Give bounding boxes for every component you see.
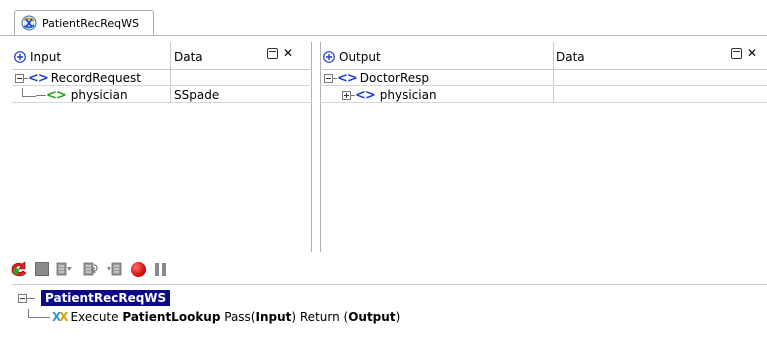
- input-column-header[interactable]: Input: [14, 50, 61, 64]
- tree-connector: [27, 297, 35, 299]
- tree-row-physician[interactable]: <> physician: [320, 87, 767, 103]
- tree-node-physician: <> physician: [342, 87, 437, 103]
- output-pane-window-buttons: ✕: [731, 47, 757, 59]
- step-into-icon[interactable]: [56, 261, 74, 277]
- tab-patientrecreqws[interactable]: PatientRecReqWS: [14, 10, 154, 36]
- log-root-label[interactable]: PatientRecReqWS: [41, 290, 171, 306]
- close-icon[interactable]: ✕: [747, 47, 757, 59]
- collapse-icon[interactable]: [18, 293, 27, 303]
- tree-row-recordrequest[interactable]: <> RecordRequest: [12, 70, 312, 86]
- column-separator: [553, 70, 554, 85]
- node-label: DoctorResp: [359, 71, 430, 85]
- input-pane: Input Data ✕ <> RecordRequest <> physici…: [12, 42, 312, 252]
- element-tag-icon: <>: [337, 70, 358, 86]
- node-label: physician: [70, 88, 128, 102]
- output-pane: Output Data ✕ <> DoctorResp <> physician: [320, 42, 767, 252]
- data-column-header[interactable]: Data: [556, 50, 585, 64]
- log-prefix: Execute: [70, 310, 123, 324]
- run-icon[interactable]: [10, 261, 28, 277]
- tree-node-doctorresp: <> DoctorResp: [324, 70, 430, 86]
- data-column-header[interactable]: Data: [174, 50, 203, 64]
- log-pass-text: Pass(: [220, 310, 256, 324]
- collapse-icon[interactable]: [324, 73, 333, 83]
- data-column-label: Data: [174, 50, 203, 64]
- tree-row-physician[interactable]: <> physician SSpade: [12, 87, 312, 103]
- column-separator: [553, 87, 554, 102]
- add-icon[interactable]: [14, 51, 26, 63]
- element-tag-icon: <>: [28, 70, 49, 86]
- minimize-icon[interactable]: [267, 47, 278, 59]
- column-separator: [170, 70, 171, 85]
- log-entry-execute[interactable]: XX Execute PatientLookup Pass( Input ) R…: [28, 308, 401, 324]
- log-return-arg: Output: [348, 310, 396, 324]
- output-pane-header: Output Data ✕: [320, 42, 767, 70]
- node-label: physician: [379, 88, 437, 102]
- output-column-label: Output: [339, 50, 381, 64]
- expand-icon[interactable]: [342, 90, 351, 100]
- node-label: RecordRequest: [50, 71, 142, 85]
- record-icon[interactable]: [131, 261, 146, 277]
- log-root-node[interactable]: PatientRecReqWS: [18, 290, 171, 306]
- execution-log: PatientRecReqWS XX Execute PatientLookup…: [12, 284, 767, 340]
- column-separator[interactable]: [553, 42, 554, 69]
- column-separator[interactable]: [170, 42, 171, 69]
- close-icon[interactable]: ✕: [283, 47, 293, 59]
- collapse-icon[interactable]: [15, 73, 24, 83]
- tree-connector: [28, 308, 42, 318]
- pause-icon[interactable]: [153, 261, 169, 277]
- input-column-label: Input: [30, 50, 62, 64]
- editor-tab-strip: PatientRecReqWS: [0, 0, 767, 36]
- tree-node-physician: <> physician: [22, 87, 128, 103]
- tab-strip-divider: [0, 35, 767, 36]
- step-out-icon[interactable]: [106, 261, 124, 277]
- element-tag-icon: <>: [355, 87, 376, 103]
- tab-label: PatientRecReqWS: [42, 16, 140, 30]
- add-icon[interactable]: [323, 51, 335, 63]
- input-pane-window-buttons: ✕: [267, 47, 293, 59]
- minimize-icon[interactable]: [731, 47, 742, 59]
- log-pass-arg: Input: [255, 310, 292, 324]
- physician-value: SSpade: [174, 88, 220, 102]
- tree-connector: [22, 87, 36, 97]
- data-column-label: Data: [556, 50, 585, 64]
- tree-node-recordrequest: <> RecordRequest: [15, 70, 142, 86]
- step-over-icon[interactable]: [81, 261, 99, 277]
- stop-icon[interactable]: [35, 262, 49, 276]
- service-icon: [21, 15, 37, 31]
- tree-connector: [36, 94, 46, 96]
- debug-toolbar: [10, 258, 169, 280]
- physician-value-cell[interactable]: SSpade: [174, 88, 219, 102]
- tree-connector: [42, 316, 50, 318]
- log-suffix: ): [395, 310, 401, 324]
- execute-icon: XX: [52, 310, 69, 324]
- input-pane-header: Input Data ✕: [12, 42, 312, 70]
- log-service-name: PatientLookup: [122, 310, 221, 324]
- tree-row-doctorresp[interactable]: <> DoctorResp: [320, 70, 767, 86]
- log-return-text: ) Return (: [291, 310, 349, 324]
- output-column-header[interactable]: Output: [323, 50, 381, 64]
- element-tag-icon: <>: [46, 87, 67, 103]
- column-separator: [170, 87, 171, 102]
